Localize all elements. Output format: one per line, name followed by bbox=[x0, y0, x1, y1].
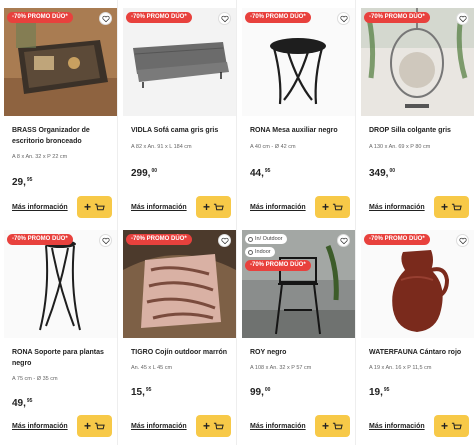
add-to-cart-button[interactable]: + bbox=[196, 196, 231, 218]
product-dimensions: A 130 x An. 69 x P 80 cm bbox=[369, 144, 431, 150]
plus-icon: + bbox=[440, 419, 448, 433]
more-info-link[interactable]: Más información bbox=[369, 423, 425, 430]
heart-icon bbox=[458, 15, 467, 22]
favorite-button[interactable] bbox=[99, 12, 112, 25]
more-info-link[interactable]: Más información bbox=[131, 423, 187, 430]
plus-icon: + bbox=[83, 200, 91, 214]
promo-badge: -70% PROMO DÚO* bbox=[7, 12, 73, 23]
product-name[interactable]: VIDLA Sofá cama gris gris bbox=[131, 125, 235, 136]
product-name[interactable]: RONA Mesa auxiliar negro bbox=[250, 125, 354, 136]
plus-icon: + bbox=[202, 200, 210, 214]
product-image[interactable] bbox=[242, 8, 355, 116]
plus-icon: + bbox=[321, 200, 329, 214]
product-name[interactable]: BRASS Organizador de escritorio broncead… bbox=[12, 125, 116, 147]
more-info-link[interactable]: Más información bbox=[250, 423, 306, 430]
product-image[interactable] bbox=[123, 230, 236, 338]
product-image[interactable] bbox=[361, 230, 474, 338]
cart-icon bbox=[213, 422, 224, 430]
product-price: 44,95 bbox=[250, 168, 271, 179]
cart-icon bbox=[332, 203, 343, 211]
heart-icon bbox=[101, 237, 110, 244]
promo-badge: -70% PROMO DÚO* bbox=[245, 12, 311, 23]
add-to-cart-button[interactable]: + bbox=[434, 196, 469, 218]
favorite-button[interactable] bbox=[99, 234, 112, 247]
in-outdoor-chip: In/ Outdoor bbox=[245, 234, 287, 244]
indoor-chip: Indoor bbox=[245, 247, 275, 257]
product-price: 99,00 bbox=[250, 387, 271, 398]
cart-icon bbox=[451, 422, 462, 430]
heart-icon bbox=[220, 15, 229, 22]
product-dimensions: A 82 x An. 91 x L 184 cm bbox=[131, 144, 192, 150]
promo-badge: -70% PROMO DÚO* bbox=[7, 234, 73, 245]
product-dimensions: A 40 cm - Ø 42 cm bbox=[250, 144, 296, 150]
cart-icon bbox=[213, 203, 224, 211]
promo-badge: -70% PROMO DÚO* bbox=[245, 260, 311, 271]
more-info-link[interactable]: Más información bbox=[369, 204, 425, 211]
add-to-cart-button[interactable]: + bbox=[196, 415, 231, 437]
divider bbox=[236, 0, 237, 445]
product-price: 349,00 bbox=[369, 168, 396, 179]
cart-icon bbox=[94, 203, 105, 211]
more-info-link[interactable]: Más información bbox=[250, 204, 306, 211]
product-price: 29,95 bbox=[12, 177, 33, 188]
heart-icon bbox=[339, 237, 348, 244]
add-to-cart-button[interactable]: + bbox=[77, 415, 112, 437]
product-dimensions: A 8 x An. 32 x P 22 cm bbox=[12, 154, 68, 160]
plus-icon: + bbox=[321, 419, 329, 433]
divider bbox=[355, 0, 356, 445]
cart-icon bbox=[94, 422, 105, 430]
divider bbox=[117, 0, 118, 445]
add-to-cart-button[interactable]: + bbox=[77, 196, 112, 218]
product-name[interactable]: RONA Soporte para plantas negro bbox=[12, 347, 116, 369]
product-image[interactable] bbox=[4, 8, 117, 116]
favorite-button[interactable] bbox=[218, 234, 231, 247]
add-to-cart-button[interactable]: + bbox=[315, 196, 350, 218]
product-image[interactable] bbox=[123, 8, 236, 116]
favorite-button[interactable] bbox=[218, 12, 231, 25]
promo-badge: -70% PROMO DÚO* bbox=[364, 234, 430, 245]
product-grid: -70% PROMO DÚO* BRASS Organizador de esc… bbox=[0, 0, 475, 445]
favorite-button[interactable] bbox=[337, 234, 350, 247]
cart-icon bbox=[332, 422, 343, 430]
favorite-button[interactable] bbox=[456, 12, 469, 25]
more-info-link[interactable]: Más información bbox=[131, 204, 187, 211]
product-image[interactable] bbox=[361, 8, 474, 116]
product-name[interactable]: DROP Silla colgante gris bbox=[369, 125, 473, 136]
favorite-button[interactable] bbox=[456, 234, 469, 247]
plus-icon: + bbox=[202, 419, 210, 433]
product-price: 49,95 bbox=[12, 398, 33, 409]
product-dimensions: A 19 x An. 16 x P 11,5 cm bbox=[369, 365, 432, 371]
product-image[interactable] bbox=[4, 230, 117, 338]
indoor-icon bbox=[248, 249, 253, 255]
plus-icon: + bbox=[83, 419, 91, 433]
promo-badge: -70% PROMO DÚO* bbox=[126, 12, 192, 23]
heart-icon bbox=[458, 237, 467, 244]
product-name[interactable]: WATERFAUNA Cántaro rojo bbox=[369, 347, 473, 358]
heart-icon bbox=[339, 15, 348, 22]
cart-icon bbox=[451, 203, 462, 211]
product-dimensions: An. 45 x L 45 cm bbox=[131, 365, 173, 371]
product-name[interactable]: TIGRO Cojín outdoor marrón bbox=[131, 347, 235, 358]
heart-icon bbox=[101, 15, 110, 22]
plus-icon: + bbox=[440, 200, 448, 214]
more-info-link[interactable]: Más información bbox=[12, 423, 68, 430]
favorite-button[interactable] bbox=[337, 12, 350, 25]
product-price: 19,95 bbox=[369, 387, 390, 398]
add-to-cart-button[interactable]: + bbox=[434, 415, 469, 437]
product-dimensions: A 75 cm - Ø 35 cm bbox=[12, 376, 58, 382]
promo-badge: -70% PROMO DÚO* bbox=[126, 234, 192, 245]
product-name[interactable]: ROY negro bbox=[250, 347, 354, 358]
product-price: 15,95 bbox=[131, 387, 152, 398]
product-price: 299,00 bbox=[131, 168, 158, 179]
outdoor-icon bbox=[248, 236, 253, 242]
promo-badge: -70% PROMO DÚO* bbox=[364, 12, 430, 23]
heart-icon bbox=[220, 237, 229, 244]
add-to-cart-button[interactable]: + bbox=[315, 415, 350, 437]
product-dimensions: A 108 x An. 32 x P 57 cm bbox=[250, 365, 312, 371]
more-info-link[interactable]: Más información bbox=[12, 204, 68, 211]
